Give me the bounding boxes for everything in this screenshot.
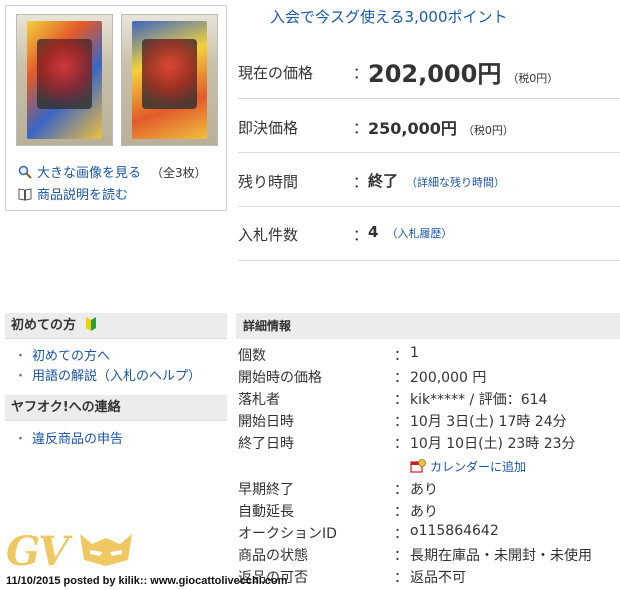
- detail-value: 10月 3日(土) 17時 24分: [410, 414, 567, 430]
- detail-label: 早期終了: [238, 482, 294, 498]
- magnifier-icon: [18, 165, 32, 179]
- first-time-title: 初めての方: [11, 318, 77, 333]
- product-image-front[interactable]: [16, 14, 113, 146]
- colon: ：: [394, 436, 408, 452]
- detail-row-auction-id: オークションID ： o115864642: [238, 523, 499, 543]
- bullet: ・: [14, 349, 28, 364]
- current-price-label: 現在の価格: [238, 64, 314, 82]
- add-to-calendar-link[interactable]: カレンダーに追加: [410, 458, 526, 475]
- calendar-icon: [410, 459, 426, 473]
- watermark-logo: GV: [6, 528, 69, 575]
- buyout-price-value: 250,000円: [368, 119, 457, 138]
- buyout-price-label: 即決価格: [238, 119, 299, 137]
- colon: ：: [353, 226, 369, 244]
- colon: ：: [394, 504, 408, 520]
- read-description-label[interactable]: 商品説明を読む: [37, 188, 128, 203]
- image-count: （全3枚）: [151, 166, 207, 180]
- read-description-link[interactable]: 商品説明を読む: [18, 184, 128, 203]
- sidebar-item-label[interactable]: 初めての方へ: [32, 349, 110, 364]
- detail-value: 返品不可: [410, 570, 466, 586]
- view-large-label[interactable]: 大きな画像を見る: [37, 166, 141, 181]
- current-price-value: 202,000円: [368, 60, 502, 88]
- view-large-image-link[interactable]: 大きな画像を見る （全3枚）: [18, 162, 207, 181]
- detail-row-start-date: 開始日時 ： 10月 3日(土) 17時 24分: [238, 411, 567, 431]
- detail-label: 商品の状態: [238, 548, 308, 564]
- detail-row-quantity: 個数 ： 1: [238, 345, 419, 365]
- image-panel: 大きな画像を見る （全3枚） 商品説明を読む: [5, 5, 227, 211]
- detail-value: 1: [410, 345, 419, 361]
- remaining-time-detail-link[interactable]: （詳細な残り時間）: [406, 176, 505, 189]
- watermark-mask-icon: [80, 534, 132, 566]
- detail-row-early-end: 早期終了 ：あり: [238, 479, 438, 499]
- detail-row-end-date: 終了日時 ： 10月 10日(土) 23時 23分: [238, 433, 576, 453]
- sidebar-item-label[interactable]: 違反商品の申告: [32, 432, 123, 447]
- colon: ：: [353, 119, 369, 137]
- colon: ：: [394, 370, 408, 386]
- contact-header: ヤフオク!への連絡: [5, 395, 227, 421]
- remaining-time-label: 残り時間: [238, 173, 299, 191]
- detail-value: o115864642: [410, 523, 499, 539]
- colon: ：: [353, 173, 369, 191]
- product-image-side[interactable]: [121, 14, 218, 146]
- colon: ：: [394, 548, 408, 564]
- bid-count-label: 入札件数: [238, 226, 299, 244]
- buyout-price-row: 即決価格 ： 250,000円 （税0円）: [238, 98, 620, 153]
- colon: ：: [394, 570, 408, 586]
- detail-label: 自動延長: [238, 504, 294, 520]
- details-header: 詳細情報: [236, 313, 620, 339]
- detail-value: kik***** / 評価：614: [410, 392, 548, 408]
- add-to-calendar-label[interactable]: カレンダーに追加: [430, 460, 526, 474]
- buyout-price-tax: （税0円）: [462, 124, 514, 137]
- contact-title: ヤフオク!への連絡: [11, 400, 121, 415]
- bid-history-link[interactable]: （入札履歴）: [386, 227, 452, 240]
- sidebar-item-report[interactable]: ・違反商品の申告: [14, 428, 123, 447]
- detail-value: あり: [410, 504, 438, 520]
- points-promo-link[interactable]: 入会で今スグ使える3,000ポイント: [270, 6, 508, 27]
- detail-row-condition: 商品の状態 ：長期在庫品・未開封・未使用: [238, 545, 592, 565]
- detail-label: 開始時の価格: [238, 370, 322, 386]
- first-time-header: 初めての方: [5, 313, 227, 339]
- colon: ：: [353, 64, 369, 82]
- detail-value: 長期在庫品・未開封・未使用: [410, 548, 592, 564]
- current-price-tax: （税0円）: [507, 72, 559, 85]
- detail-label: 落札者: [238, 392, 280, 408]
- sidebar-item-first-guide[interactable]: ・初めての方へ: [14, 345, 110, 364]
- watermark-footer: 11/10/2015 posted by kilik:: www.giocatt…: [6, 575, 288, 587]
- detail-row-winner: 落札者 ： kik***** / 評価：614: [238, 389, 547, 409]
- bid-count-row: 入札件数 ： 4 （入札履歴）: [238, 206, 620, 261]
- detail-label: 個数: [238, 348, 266, 364]
- remaining-time-value: 終了: [368, 172, 399, 190]
- book-icon: [18, 188, 32, 201]
- detail-value: 10月 10日(土) 23時 23分: [410, 436, 576, 452]
- detail-row-start-price: 開始時の価格 ： 200,000 円: [238, 367, 486, 387]
- colon: ：: [394, 414, 408, 430]
- detail-label: 終了日時: [238, 436, 294, 452]
- detail-value: あり: [410, 482, 438, 498]
- colon: ：: [394, 348, 408, 364]
- detail-label: 開始日時: [238, 414, 294, 430]
- watermark-logo-text: GV: [6, 528, 69, 575]
- bullet: ・: [14, 432, 28, 447]
- detail-label: オークションID: [238, 526, 337, 542]
- colon: ：: [394, 392, 408, 408]
- detail-row-auto-extend: 自動延長 ：あり: [238, 501, 438, 521]
- bullet: ・: [14, 369, 28, 384]
- current-price-row: 現在の価格 ： 202,000円 （税0円）: [238, 44, 620, 99]
- bid-count-value: 4: [368, 223, 379, 241]
- colon: ：: [394, 526, 408, 542]
- sidebar-item-glossary[interactable]: ・用語の解説（入札のヘルプ）: [14, 365, 201, 384]
- detail-value: 200,000 円: [410, 370, 487, 386]
- colon: ：: [394, 482, 408, 498]
- sidebar-item-label[interactable]: 用語の解説（入札のヘルプ）: [32, 369, 201, 384]
- remaining-time-row: 残り時間 ： 終了 （詳細な残り時間）: [238, 152, 620, 207]
- beginner-mark-icon: [85, 317, 96, 331]
